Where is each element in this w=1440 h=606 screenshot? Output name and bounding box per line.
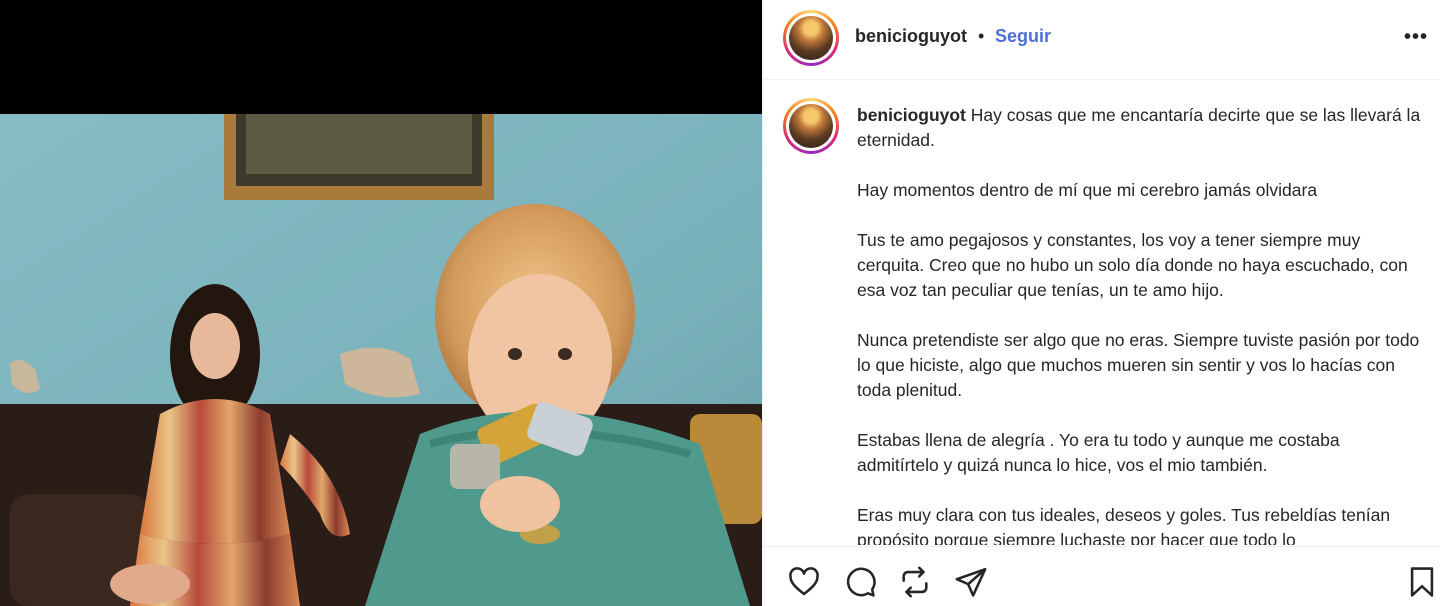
post-photo: [0, 114, 762, 606]
avatar[interactable]: [783, 10, 839, 66]
bookmark-icon[interactable]: [1405, 565, 1439, 599]
heart-icon[interactable]: [787, 565, 821, 599]
separator-dot: •: [978, 26, 985, 46]
repost-icon[interactable]: [898, 565, 932, 599]
caption-scroll-area[interactable]: benicioguyot Hay cosas que me encantaría…: [763, 81, 1440, 545]
post-media[interactable]: [0, 0, 762, 606]
share-icon[interactable]: [954, 565, 988, 599]
caption-paragraph: Eras muy clara con tus ideales, deseos y…: [857, 505, 1391, 545]
caption-paragraph: Hay momentos dentro de mí que mi cerebro…: [857, 180, 1318, 200]
avatar-inner: [786, 13, 836, 63]
post-caption: benicioguyot Hay cosas que me encantaría…: [857, 103, 1423, 545]
action-bar: [763, 546, 1440, 606]
post-details-panel: benicioguyot • Seguir ••• benicioguyot H…: [762, 0, 1440, 606]
username-link[interactable]: benicioguyot: [855, 26, 967, 47]
comment-icon[interactable]: [843, 565, 877, 599]
caption-paragraph: Nunca pretendiste ser algo que no eras. …: [857, 330, 1420, 400]
avatar-image: [789, 16, 833, 60]
more-options-button[interactable]: •••: [1398, 22, 1434, 52]
caption-paragraph: Estabas llena de alegría . Yo era tu tod…: [857, 430, 1340, 475]
caption-avatar-image: [789, 104, 833, 148]
caption-paragraph: Tus te amo pegajosos y constantes, los v…: [857, 230, 1408, 300]
caption-paragraph: benicioguyot Hay cosas que me encantaría…: [857, 103, 1423, 153]
caption-avatar[interactable]: [783, 98, 839, 154]
caption-avatar-inner: [786, 101, 836, 151]
post-header: benicioguyot • Seguir •••: [763, 0, 1440, 80]
follow-button[interactable]: Seguir: [995, 26, 1051, 47]
caption-username-link[interactable]: benicioguyot: [857, 105, 966, 125]
